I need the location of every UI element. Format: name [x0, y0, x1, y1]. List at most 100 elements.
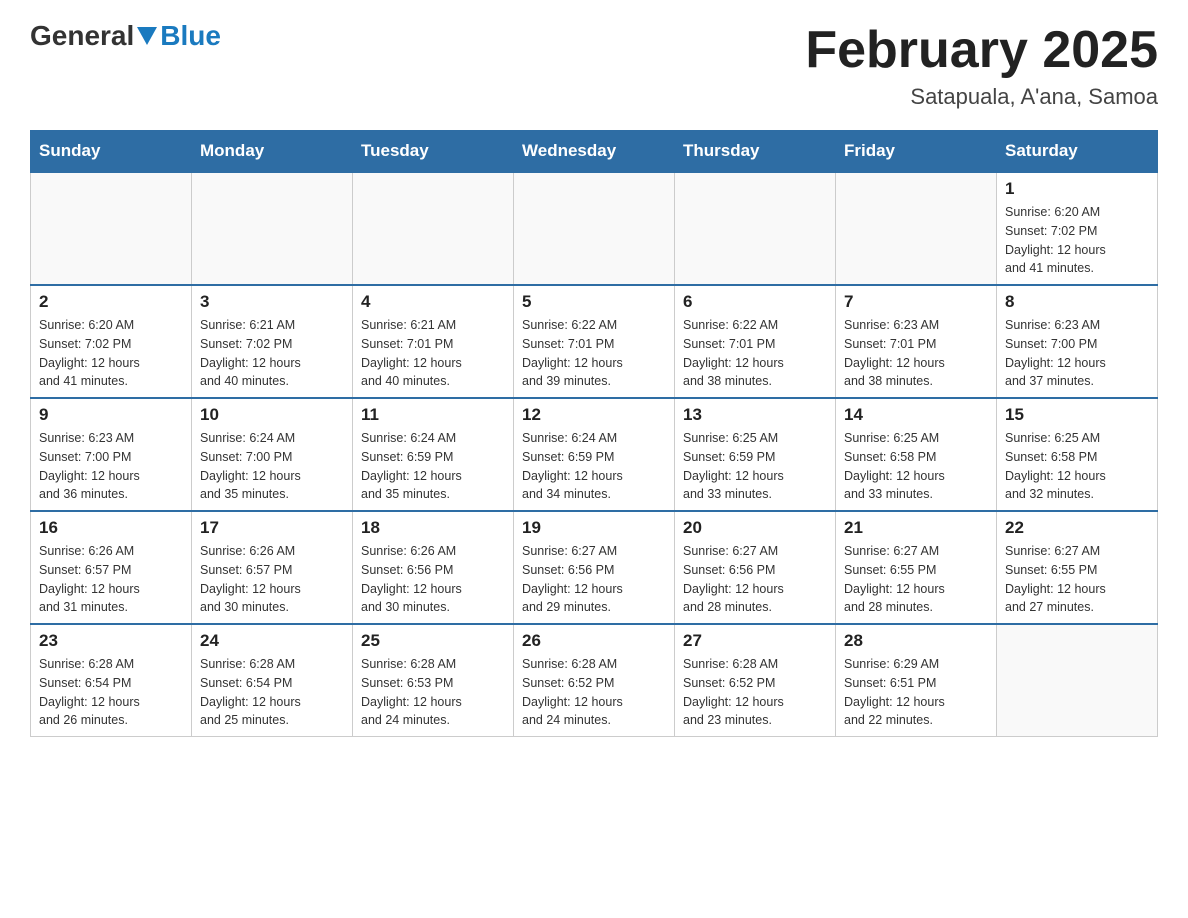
cell-day-number: 24 — [200, 631, 344, 651]
calendar-cell: 8 Sunrise: 6:23 AM Sunset: 7:00 PM Daylig… — [997, 285, 1158, 398]
cell-day-number: 28 — [844, 631, 988, 651]
cell-sun-info: Sunrise: 6:23 AM Sunset: 7:00 PM Dayligh… — [1005, 316, 1149, 391]
cell-day-number: 17 — [200, 518, 344, 538]
cell-sun-info: Sunrise: 6:26 AM Sunset: 6:57 PM Dayligh… — [39, 542, 183, 617]
calendar-cell: 19 Sunrise: 6:27 AM Sunset: 6:56 PM Dayli… — [514, 511, 675, 624]
cell-sun-info: Sunrise: 6:22 AM Sunset: 7:01 PM Dayligh… — [522, 316, 666, 391]
calendar-week-row: 1Sunrise: 6:20 AM Sunset: 7:02 PM Daylig… — [31, 172, 1158, 285]
cell-sun-info: Sunrise: 6:21 AM Sunset: 7:02 PM Dayligh… — [200, 316, 344, 391]
cell-sun-info: Sunrise: 6:28 AM Sunset: 6:54 PM Dayligh… — [200, 655, 344, 730]
weekday-header-thursday: Thursday — [675, 131, 836, 173]
calendar-cell: 28 Sunrise: 6:29 AM Sunset: 6:51 PM Dayli… — [836, 624, 997, 737]
calendar-cell — [31, 172, 192, 285]
calendar-cell — [997, 624, 1158, 737]
cell-sun-info: Sunrise: 6:27 AM Sunset: 6:55 PM Dayligh… — [1005, 542, 1149, 617]
calendar-cell: 17 Sunrise: 6:26 AM Sunset: 6:57 PM Dayli… — [192, 511, 353, 624]
cell-day-number: 14 — [844, 405, 988, 425]
cell-day-number: 16 — [39, 518, 183, 538]
calendar-cell: 25Sunrise: 6:28 AM Sunset: 6:53 PM Dayli… — [353, 624, 514, 737]
calendar-week-row: 9 Sunrise: 6:23 AM Sunset: 7:00 PM Daylig… — [31, 398, 1158, 511]
calendar-week-row: 16 Sunrise: 6:26 AM Sunset: 6:57 PM Dayli… — [31, 511, 1158, 624]
calendar-cell: 7 Sunrise: 6:23 AM Sunset: 7:01 PM Daylig… — [836, 285, 997, 398]
cell-day-number: 6 — [683, 292, 827, 312]
calendar-cell: 20 Sunrise: 6:27 AM Sunset: 6:56 PM Dayli… — [675, 511, 836, 624]
cell-day-number: 3 — [200, 292, 344, 312]
cell-day-number: 15 — [1005, 405, 1149, 425]
calendar-cell: 21 Sunrise: 6:27 AM Sunset: 6:55 PM Dayli… — [836, 511, 997, 624]
calendar-cell: 15 Sunrise: 6:25 AM Sunset: 6:58 PM Dayli… — [997, 398, 1158, 511]
cell-day-number: 27 — [683, 631, 827, 651]
cell-day-number: 8 — [1005, 292, 1149, 312]
calendar-cell — [836, 172, 997, 285]
cell-day-number: 26 — [522, 631, 666, 651]
logo: General Blue — [30, 20, 221, 52]
cell-day-number: 10 — [200, 405, 344, 425]
calendar-cell: 13Sunrise: 6:25 AM Sunset: 6:59 PM Dayli… — [675, 398, 836, 511]
calendar-week-row: 2 Sunrise: 6:20 AM Sunset: 7:02 PM Daylig… — [31, 285, 1158, 398]
month-title: February 2025 — [805, 20, 1158, 80]
cell-sun-info: Sunrise: 6:25 AM Sunset: 6:58 PM Dayligh… — [1005, 429, 1149, 504]
logo-triangle-icon — [137, 27, 157, 45]
cell-day-number: 21 — [844, 518, 988, 538]
cell-sun-info: Sunrise: 6:26 AM Sunset: 6:56 PM Dayligh… — [361, 542, 505, 617]
calendar-cell: 14 Sunrise: 6:25 AM Sunset: 6:58 PM Dayli… — [836, 398, 997, 511]
weekday-header-friday: Friday — [836, 131, 997, 173]
cell-sun-info: Sunrise: 6:26 AM Sunset: 6:57 PM Dayligh… — [200, 542, 344, 617]
cell-sun-info: Sunrise: 6:29 AM Sunset: 6:51 PM Dayligh… — [844, 655, 988, 730]
page-header: General Blue February 2025 Satapuala, A'… — [30, 20, 1158, 110]
calendar-cell: 4 Sunrise: 6:21 AM Sunset: 7:01 PM Daylig… — [353, 285, 514, 398]
cell-sun-info: Sunrise: 6:25 AM Sunset: 6:58 PM Dayligh… — [844, 429, 988, 504]
cell-day-number: 25 — [361, 631, 505, 651]
cell-sun-info: Sunrise: 6:27 AM Sunset: 6:56 PM Dayligh… — [683, 542, 827, 617]
calendar-cell: 12 Sunrise: 6:24 AM Sunset: 6:59 PM Dayli… — [514, 398, 675, 511]
calendar-cell: 22Sunrise: 6:27 AM Sunset: 6:55 PM Dayli… — [997, 511, 1158, 624]
calendar-cell: 11Sunrise: 6:24 AM Sunset: 6:59 PM Dayli… — [353, 398, 514, 511]
cell-day-number: 1 — [1005, 179, 1149, 199]
weekday-header-monday: Monday — [192, 131, 353, 173]
cell-sun-info: Sunrise: 6:28 AM Sunset: 6:54 PM Dayligh… — [39, 655, 183, 730]
weekday-header-sunday: Sunday — [31, 131, 192, 173]
calendar-cell: 16 Sunrise: 6:26 AM Sunset: 6:57 PM Dayli… — [31, 511, 192, 624]
cell-sun-info: Sunrise: 6:23 AM Sunset: 7:01 PM Dayligh… — [844, 316, 988, 391]
cell-sun-info: Sunrise: 6:28 AM Sunset: 6:52 PM Dayligh… — [683, 655, 827, 730]
cell-sun-info: Sunrise: 6:22 AM Sunset: 7:01 PM Dayligh… — [683, 316, 827, 391]
cell-sun-info: Sunrise: 6:24 AM Sunset: 6:59 PM Dayligh… — [361, 429, 505, 504]
cell-sun-info: Sunrise: 6:23 AM Sunset: 7:00 PM Dayligh… — [39, 429, 183, 504]
cell-day-number: 20 — [683, 518, 827, 538]
location-title: Satapuala, A'ana, Samoa — [805, 84, 1158, 110]
logo-blue-text: Blue — [160, 20, 221, 52]
weekday-header-saturday: Saturday — [997, 131, 1158, 173]
cell-sun-info: Sunrise: 6:24 AM Sunset: 6:59 PM Dayligh… — [522, 429, 666, 504]
calendar-cell: 26 Sunrise: 6:28 AM Sunset: 6:52 PM Dayli… — [514, 624, 675, 737]
cell-day-number: 2 — [39, 292, 183, 312]
cell-sun-info: Sunrise: 6:27 AM Sunset: 6:55 PM Dayligh… — [844, 542, 988, 617]
calendar-cell: 3 Sunrise: 6:21 AM Sunset: 7:02 PM Daylig… — [192, 285, 353, 398]
cell-sun-info: Sunrise: 6:25 AM Sunset: 6:59 PM Dayligh… — [683, 429, 827, 504]
calendar-cell: 2 Sunrise: 6:20 AM Sunset: 7:02 PM Daylig… — [31, 285, 192, 398]
cell-sun-info: Sunrise: 6:24 AM Sunset: 7:00 PM Dayligh… — [200, 429, 344, 504]
calendar-cell — [192, 172, 353, 285]
cell-sun-info: Sunrise: 6:28 AM Sunset: 6:52 PM Dayligh… — [522, 655, 666, 730]
calendar-table: SundayMondayTuesdayWednesdayThursdayFrid… — [30, 130, 1158, 737]
weekday-header-wednesday: Wednesday — [514, 131, 675, 173]
cell-day-number: 4 — [361, 292, 505, 312]
cell-day-number: 9 — [39, 405, 183, 425]
calendar-cell — [675, 172, 836, 285]
calendar-cell: 18Sunrise: 6:26 AM Sunset: 6:56 PM Dayli… — [353, 511, 514, 624]
weekday-header-tuesday: Tuesday — [353, 131, 514, 173]
calendar-week-row: 23Sunrise: 6:28 AM Sunset: 6:54 PM Dayli… — [31, 624, 1158, 737]
cell-day-number: 12 — [522, 405, 666, 425]
calendar-cell: 24 Sunrise: 6:28 AM Sunset: 6:54 PM Dayli… — [192, 624, 353, 737]
calendar-cell: 6 Sunrise: 6:22 AM Sunset: 7:01 PM Daylig… — [675, 285, 836, 398]
calendar-cell — [514, 172, 675, 285]
cell-sun-info: Sunrise: 6:20 AM Sunset: 7:02 PM Dayligh… — [39, 316, 183, 391]
cell-sun-info: Sunrise: 6:27 AM Sunset: 6:56 PM Dayligh… — [522, 542, 666, 617]
calendar-cell — [353, 172, 514, 285]
calendar-cell: 1Sunrise: 6:20 AM Sunset: 7:02 PM Daylig… — [997, 172, 1158, 285]
cell-day-number: 19 — [522, 518, 666, 538]
calendar-cell: 23Sunrise: 6:28 AM Sunset: 6:54 PM Dayli… — [31, 624, 192, 737]
title-block: February 2025 Satapuala, A'ana, Samoa — [805, 20, 1158, 110]
logo-general-text: General — [30, 20, 134, 52]
cell-day-number: 7 — [844, 292, 988, 312]
cell-sun-info: Sunrise: 6:21 AM Sunset: 7:01 PM Dayligh… — [361, 316, 505, 391]
